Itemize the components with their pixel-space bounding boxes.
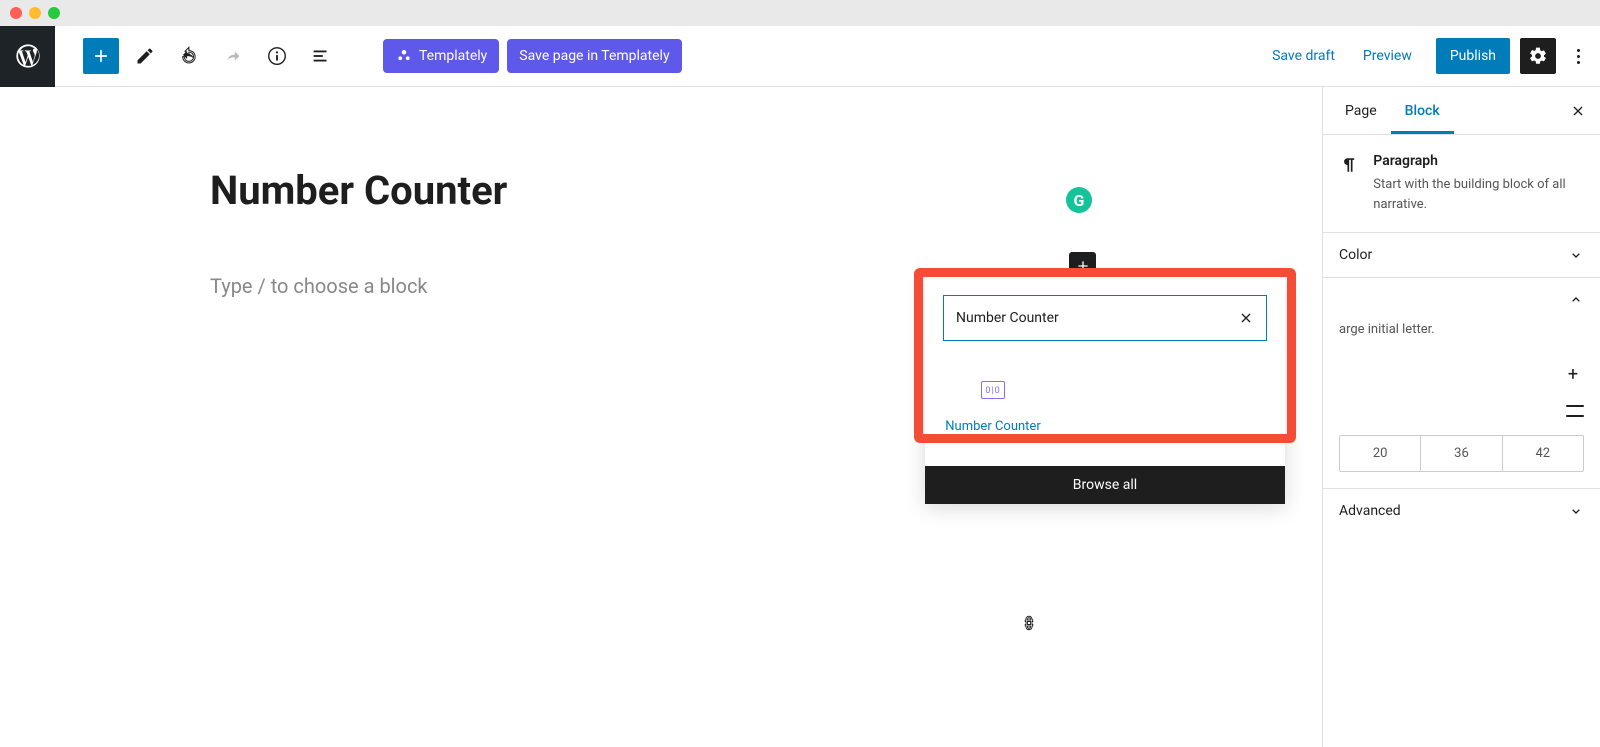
close-icon	[1238, 310, 1254, 326]
outline-button[interactable]	[303, 38, 339, 74]
templately-label: Templately	[419, 48, 487, 64]
redo-button[interactable]	[215, 38, 251, 74]
dropcap-hint: arge initial letter.	[1323, 322, 1600, 353]
mac-close-dot[interactable]	[10, 7, 22, 19]
panel-color[interactable]: Color	[1323, 233, 1600, 277]
chevron-down-icon	[1568, 247, 1584, 263]
block-search-input[interactable]	[956, 310, 1238, 326]
save-draft-button[interactable]: Save draft	[1258, 48, 1349, 64]
add-block-button[interactable]	[83, 38, 119, 74]
block-name: Paragraph	[1373, 153, 1584, 169]
font-size-20[interactable]: 20	[1340, 436, 1420, 471]
block-search-box[interactable]	[943, 295, 1267, 341]
clear-search-button[interactable]	[1238, 310, 1254, 326]
publish-button[interactable]: Publish	[1436, 38, 1510, 74]
templately-icon	[395, 47, 413, 65]
chevron-up-icon	[1568, 292, 1584, 308]
close-sidebar-button[interactable]	[1564, 103, 1592, 119]
inline-inserter-button[interactable]	[1069, 252, 1096, 279]
panel-color-label: Color	[1339, 247, 1372, 263]
details-button[interactable]	[259, 38, 295, 74]
templately-button[interactable]: Templately	[383, 39, 499, 73]
block-description: Start with the building block of all nar…	[1373, 175, 1584, 214]
mac-minimize-dot[interactable]	[29, 7, 41, 19]
panel-typography[interactable]	[1323, 278, 1600, 322]
panel-advanced[interactable]: Advanced	[1323, 489, 1600, 533]
settings-sidebar: Page Block Paragraph Start with the buil…	[1322, 87, 1600, 747]
more-options-button[interactable]	[1566, 49, 1590, 64]
settings-button[interactable]	[1520, 38, 1556, 74]
grammarly-badge[interactable]: G	[1066, 187, 1092, 213]
paragraph-icon	[1339, 153, 1359, 177]
wordpress-logo[interactable]	[0, 26, 55, 87]
typography-add-button[interactable]: +	[1562, 363, 1584, 385]
panel-advanced-label: Advanced	[1339, 503, 1401, 519]
editor-toolbar: Templately Save page in Templately Save …	[0, 26, 1600, 87]
post-title[interactable]: Number Counter	[210, 167, 1322, 214]
number-counter-icon: 0|0	[981, 381, 1005, 399]
cursor-icon	[1020, 612, 1038, 634]
edit-tool-button[interactable]	[127, 38, 163, 74]
save-in-templately-label: Save page in Templately	[519, 48, 669, 64]
block-result-label: Number Counter	[945, 419, 1040, 436]
font-size-presets: 20 36 42	[1339, 435, 1584, 472]
save-in-templately-button[interactable]: Save page in Templately	[507, 39, 681, 73]
sidebar-tabs: Page Block	[1323, 87, 1600, 135]
preview-button[interactable]: Preview	[1349, 48, 1426, 64]
block-inserter-popup: 0|0 Number Counter Browse all	[925, 277, 1285, 504]
editor-canvas[interactable]: Number Counter Type / to choose a block …	[0, 87, 1322, 747]
plus-icon	[1075, 258, 1091, 274]
block-result-number-counter[interactable]: 0|0 Number Counter	[943, 381, 1043, 436]
close-icon	[1570, 103, 1586, 119]
gear-icon	[1528, 46, 1548, 66]
font-size-42[interactable]: 42	[1502, 436, 1583, 471]
mac-zoom-dot[interactable]	[48, 7, 60, 19]
chevron-down-icon	[1568, 503, 1584, 519]
sliders-icon[interactable]	[1566, 403, 1584, 419]
undo-button[interactable]	[171, 38, 207, 74]
block-info: Paragraph Start with the building block …	[1323, 135, 1600, 232]
tab-block[interactable]: Block	[1391, 87, 1454, 134]
mac-titlebar	[0, 0, 1600, 26]
browse-all-button[interactable]: Browse all	[925, 466, 1285, 504]
font-size-36[interactable]: 36	[1420, 436, 1501, 471]
tab-page[interactable]: Page	[1331, 87, 1391, 134]
